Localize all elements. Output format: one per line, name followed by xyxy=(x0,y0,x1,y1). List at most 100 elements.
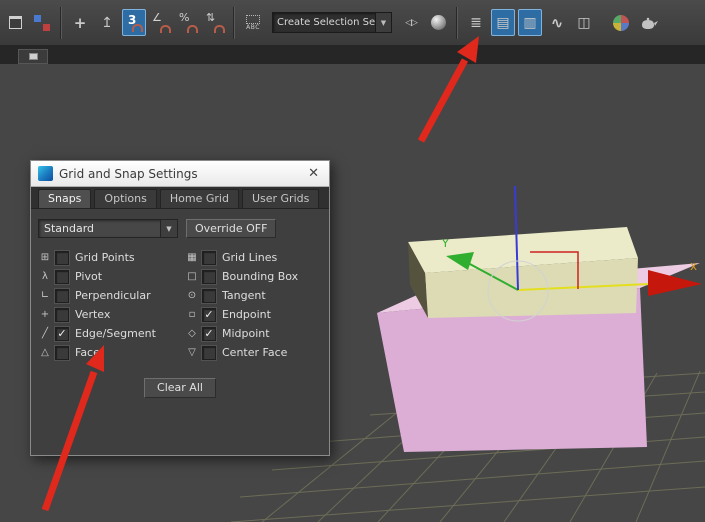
dialog-body: Standard ▼ Override OFF ⊞ ✓ Grid Points … xyxy=(31,209,329,398)
bounding-box-checkbox[interactable]: ✓ xyxy=(201,268,217,285)
chevron-down-icon: ▼ xyxy=(160,220,177,237)
magnet-icon xyxy=(187,25,198,33)
snap-option-perpendicular: ∟ ✓ Perpendicular xyxy=(38,286,185,305)
clear-all-button[interactable]: Clear All xyxy=(144,377,216,398)
pivot-checkbox[interactable]: ✓ xyxy=(54,268,70,285)
layers-icon: ≣ xyxy=(470,14,482,31)
close-icon[interactable]: ✕ xyxy=(305,166,322,181)
dialog-title: Grid and Snap Settings xyxy=(59,166,198,181)
check-icon: ✓ xyxy=(204,326,214,340)
snap-type-value: Standard xyxy=(44,222,95,235)
tangent-checkbox[interactable]: ✓ xyxy=(201,287,217,304)
snap-option-center-face: ▽ ✓ Center Face xyxy=(185,343,322,362)
dialog-titlebar[interactable]: Grid and Snap Settings ✕ xyxy=(31,161,329,187)
select-and-link-button[interactable] xyxy=(30,9,54,36)
toolbar-separator xyxy=(60,6,62,39)
align-button[interactable] xyxy=(426,9,450,36)
curve-editor-button[interactable]: ∿ xyxy=(545,9,569,36)
teapot-icon xyxy=(641,17,658,29)
selection-set-rect-icon xyxy=(246,14,260,24)
endpoint-icon: ▫ xyxy=(188,309,196,320)
scene-explorer-icon: ▤ xyxy=(496,14,510,31)
schematic-view-button[interactable]: ◫ xyxy=(572,9,596,36)
select-and-place-button[interactable]: ↥ xyxy=(95,9,119,36)
center-face-icon: ▽ xyxy=(188,347,196,358)
midpoint-icon: ◇ xyxy=(188,328,196,339)
pivot-icon: λ xyxy=(42,271,48,282)
endpoint-checkbox[interactable]: ✓ xyxy=(201,306,217,323)
grid-lines-checkbox[interactable]: ✓ xyxy=(201,249,217,266)
check-icon: ✓ xyxy=(204,307,214,321)
snap-option-bounding-box: □ ✓ Bounding Box xyxy=(185,267,322,286)
curve-icon: ∿ xyxy=(550,13,564,32)
tab-user-grids[interactable]: User Grids xyxy=(241,189,320,208)
snap-option-midpoint: ◇ ✓ Midpoint xyxy=(185,324,322,343)
midpoint-checkbox[interactable]: ✓ xyxy=(201,325,217,342)
vertex-icon: + xyxy=(40,309,50,320)
toolbar-separator xyxy=(233,6,235,39)
face-icon: △ xyxy=(41,347,49,358)
docked-panel-tab[interactable] xyxy=(18,49,48,64)
3ds-max-logo-icon xyxy=(38,166,53,181)
snap-option-grid-lines: ▦ ✓ Grid Lines xyxy=(185,248,322,267)
vertex-checkbox[interactable]: ✓ xyxy=(54,306,70,323)
tab-home-grid[interactable]: Home Grid xyxy=(159,189,239,208)
scene-explorer-toggle-button[interactable]: ▤ xyxy=(491,9,515,36)
angle-snap-toggle-button[interactable]: ∠ xyxy=(149,9,173,36)
tab-snaps[interactable]: Snaps xyxy=(38,189,92,208)
grid-lines-icon: ▦ xyxy=(187,252,197,263)
y-axis-label: Y xyxy=(441,237,449,250)
bounding-box-icon: □ xyxy=(187,271,197,282)
panel-icon xyxy=(28,53,38,60)
edge-segment-checkbox[interactable]: ✓ xyxy=(54,325,70,342)
ribbon-icon: ▥ xyxy=(523,14,537,31)
magnet-icon xyxy=(160,25,171,33)
snap-option-tangent: ⊙ ✓ Tangent xyxy=(185,286,322,305)
center-face-checkbox[interactable]: ✓ xyxy=(201,344,217,361)
x-axis-label: x xyxy=(690,259,697,273)
window-icon-button[interactable] xyxy=(3,9,27,36)
selection-set-value: Create Selection Se xyxy=(277,17,375,28)
snap-option-pivot: λ ✓ Pivot xyxy=(38,267,185,286)
named-selection-set-dropdown[interactable]: Create Selection Se ▼ xyxy=(272,12,392,33)
override-off-button[interactable]: Override OFF xyxy=(186,219,277,238)
material-editor-button[interactable] xyxy=(609,9,633,36)
perpendicular-checkbox[interactable]: ✓ xyxy=(54,287,70,304)
render-setup-button[interactable] xyxy=(636,9,660,36)
perpendicular-icon: ∟ xyxy=(40,290,50,301)
snap-option-face: △ ✓ Face xyxy=(38,343,185,362)
mirror-button[interactable]: ◁▷ xyxy=(399,9,423,36)
grid-points-checkbox[interactable]: ✓ xyxy=(54,249,70,266)
snap-options-grid: ⊞ ✓ Grid Points λ ✓ Pivot ∟ ✓ Perpendicu… xyxy=(38,248,322,362)
align-sphere-icon xyxy=(430,15,446,30)
snap-option-grid-points: ⊞ ✓ Grid Points xyxy=(38,248,185,267)
toolbar-separator xyxy=(456,6,458,39)
snap-option-vertex: + ✓ Vertex xyxy=(38,305,185,324)
link-icon xyxy=(34,14,50,31)
snap-type-dropdown[interactable]: Standard ▼ xyxy=(38,219,178,238)
select-and-move-button[interactable]: + xyxy=(68,9,92,36)
grid-and-snap-settings-dialog: Grid and Snap Settings ✕ Snaps Options H… xyxy=(30,160,330,456)
check-icon: ✓ xyxy=(57,326,67,340)
place-icon: ↥ xyxy=(101,14,113,31)
window-icon xyxy=(8,16,22,29)
ribbon-toggle-button[interactable]: ▥ xyxy=(518,9,542,36)
schematic-icon: ◫ xyxy=(577,14,591,31)
magnet-icon xyxy=(214,25,225,33)
edit-named-selection-sets-button[interactable]: ABC xyxy=(241,9,265,36)
snap-option-endpoint: ▫ ✓ Endpoint xyxy=(185,305,322,324)
tangent-icon: ⊙ xyxy=(187,290,197,301)
edge-segment-icon: ╱ xyxy=(41,328,49,339)
snap-option-edge-segment: ╱ ✓ Edge/Segment xyxy=(38,324,185,343)
tab-options[interactable]: Options xyxy=(94,189,157,208)
percent-snap-toggle-button[interactable]: % xyxy=(176,9,200,36)
face-checkbox[interactable]: ✓ xyxy=(54,344,70,361)
snaps-toggle-3d-button[interactable]: 3 xyxy=(122,9,146,36)
dialog-tab-bar: Snaps Options Home Grid User Grids xyxy=(31,187,329,209)
move-icon: + xyxy=(73,13,87,32)
spinner-snap-toggle-button[interactable]: ⇅ xyxy=(203,9,227,36)
layer-manager-button[interactable]: ≣ xyxy=(464,9,488,36)
main-toolbar: + ↥ 3 ∠ % ⇅ ABC Create Selection Se ▼ ◁▷… xyxy=(0,0,705,46)
chevron-down-icon: ▼ xyxy=(375,13,391,32)
grid-points-icon: ⊞ xyxy=(40,252,50,263)
